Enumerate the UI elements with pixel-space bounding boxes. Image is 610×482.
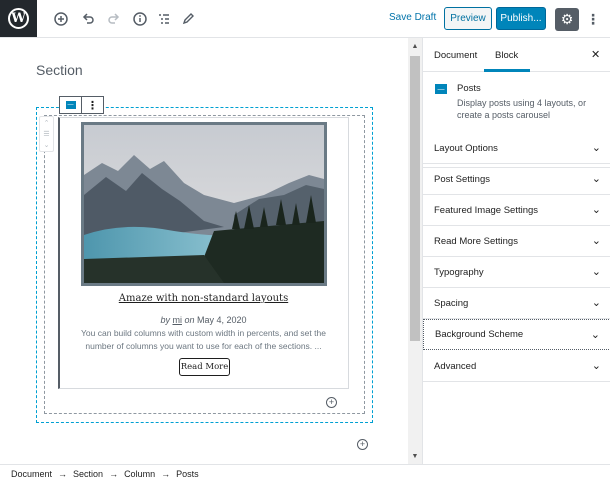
block-more-options-icon[interactable]: ⋮ [82, 97, 103, 113]
post-title-link[interactable]: Amaze with non-standard layouts [58, 293, 349, 304]
wordpress-icon: W [8, 8, 29, 29]
breadcrumb-separator: → [58, 468, 68, 479]
chevron-down-icon: ⌄ [591, 142, 601, 154]
more-vertical-icon[interactable]: ⋮ [585, 8, 601, 31]
scroll-up-icon[interactable]: ▲ [408, 40, 422, 52]
post-excerpt: You can build columns with custom width … [81, 328, 326, 351]
panel-typography[interactable]: Typography ⌄ [423, 257, 610, 288]
breadcrumb: Document → Section → Column → Posts [0, 464, 610, 482]
tab-document[interactable]: Document [434, 50, 477, 61]
posts-block-icon: — [435, 84, 447, 94]
panel-label: Featured Image Settings [434, 204, 539, 216]
panel-label: Advanced [434, 360, 477, 372]
post-author-link[interactable]: mi [172, 315, 182, 325]
breadcrumb-item-column[interactable]: Column [124, 469, 155, 479]
panel-advanced[interactable]: Advanced ⌄ [423, 351, 610, 382]
undo-icon[interactable] [78, 9, 98, 29]
outline-icon[interactable] [154, 9, 174, 29]
panel-read-more-settings[interactable]: Read More Settings ⌄ [423, 226, 610, 257]
chevron-down-icon: ⌄ [591, 173, 601, 185]
settings-button[interactable]: ⚙ [555, 8, 579, 31]
publish-button[interactable]: Publish... [496, 7, 546, 30]
preview-button[interactable]: Preview [444, 7, 492, 30]
add-block-in-column-icon[interactable]: + [326, 397, 337, 408]
save-draft-button[interactable]: Save Draft [389, 12, 436, 23]
breadcrumb-separator: → [109, 468, 119, 479]
editor-canvas: Section — ⋮ ⌃ ☰ ⌄ Amaze with non-standar… [0, 38, 408, 464]
close-icon[interactable]: ✕ [591, 48, 600, 61]
panel-label: Typography [434, 266, 484, 278]
chevron-down-icon: ⌄ [591, 204, 601, 216]
chevron-down-icon: ⌄ [590, 329, 600, 341]
settings-sidebar: Document Block ✕ — Posts Display posts u… [422, 38, 610, 464]
panel-post-settings[interactable]: Post Settings ⌄ [423, 164, 610, 195]
panel-label: Spacing [434, 297, 469, 309]
panel-spacing[interactable]: Spacing ⌄ [423, 288, 610, 319]
breadcrumb-separator: → [161, 468, 171, 479]
block-mover[interactable]: ⌃ ☰ ⌄ [39, 116, 54, 152]
tab-block[interactable]: Block [495, 50, 518, 61]
breadcrumb-item-section[interactable]: Section [73, 469, 103, 479]
post-date: May 4, 2020 [197, 315, 247, 325]
wordpress-logo-button[interactable]: W [0, 0, 37, 37]
scrollbar-thumb[interactable] [410, 56, 420, 341]
read-more-button[interactable]: Read More [179, 358, 230, 376]
breadcrumb-item-document[interactable]: Document [11, 469, 52, 479]
move-down-icon[interactable]: ⌄ [44, 141, 50, 149]
chevron-down-icon: ⌄ [591, 266, 601, 278]
gear-icon: ⚙ [560, 11, 574, 27]
redo-icon[interactable] [104, 9, 124, 29]
panel-label: Background Scheme [435, 329, 524, 340]
post-meta-by: by [160, 315, 170, 325]
breadcrumb-item-posts[interactable]: Posts [176, 469, 199, 479]
block-card-description: Display posts using 4 layouts, or create… [457, 98, 587, 120]
block-card-title: Posts [457, 83, 481, 94]
post-featured-image [81, 122, 327, 286]
top-toolbar: W Save Draft Preview Publish... ⚙ ⋮ [0, 0, 610, 38]
panel-label: Post Settings [434, 173, 490, 185]
block-type-button[interactable]: — [60, 97, 82, 113]
drag-handle-icon[interactable]: ☰ [43, 130, 49, 138]
chevron-down-icon: ⌄ [591, 360, 601, 372]
panel-layout-options[interactable]: Layout Options ⌄ [423, 133, 610, 164]
info-icon[interactable] [130, 9, 150, 29]
panel-background-scheme[interactable]: Background Scheme ⌄ [423, 319, 610, 350]
block-toolbar: — ⋮ [59, 96, 104, 114]
section-title: Section [36, 62, 83, 78]
scroll-down-icon[interactable]: ▼ [408, 450, 422, 462]
post-meta-on: on [184, 315, 195, 325]
chevron-down-icon: ⌄ [591, 235, 601, 247]
chevron-down-icon: ⌄ [591, 297, 601, 309]
posts-block-icon: — [65, 101, 76, 109]
move-up-icon[interactable]: ⌃ [44, 119, 50, 127]
panel-label: Layout Options [434, 142, 498, 154]
panel-featured-image-settings[interactable]: Featured Image Settings ⌄ [423, 195, 610, 226]
panel-label: Read More Settings [434, 235, 518, 247]
editor-app: W Save Draft Preview Publish... ⚙ ⋮ Sect… [0, 0, 610, 482]
add-block-in-section-icon[interactable]: + [357, 439, 368, 450]
tools-icon[interactable] [178, 9, 198, 29]
add-block-icon[interactable] [51, 9, 71, 29]
sidebar-tabs: Document Block ✕ [423, 38, 610, 72]
post-meta: by mi on May 4, 2020 [58, 315, 349, 325]
